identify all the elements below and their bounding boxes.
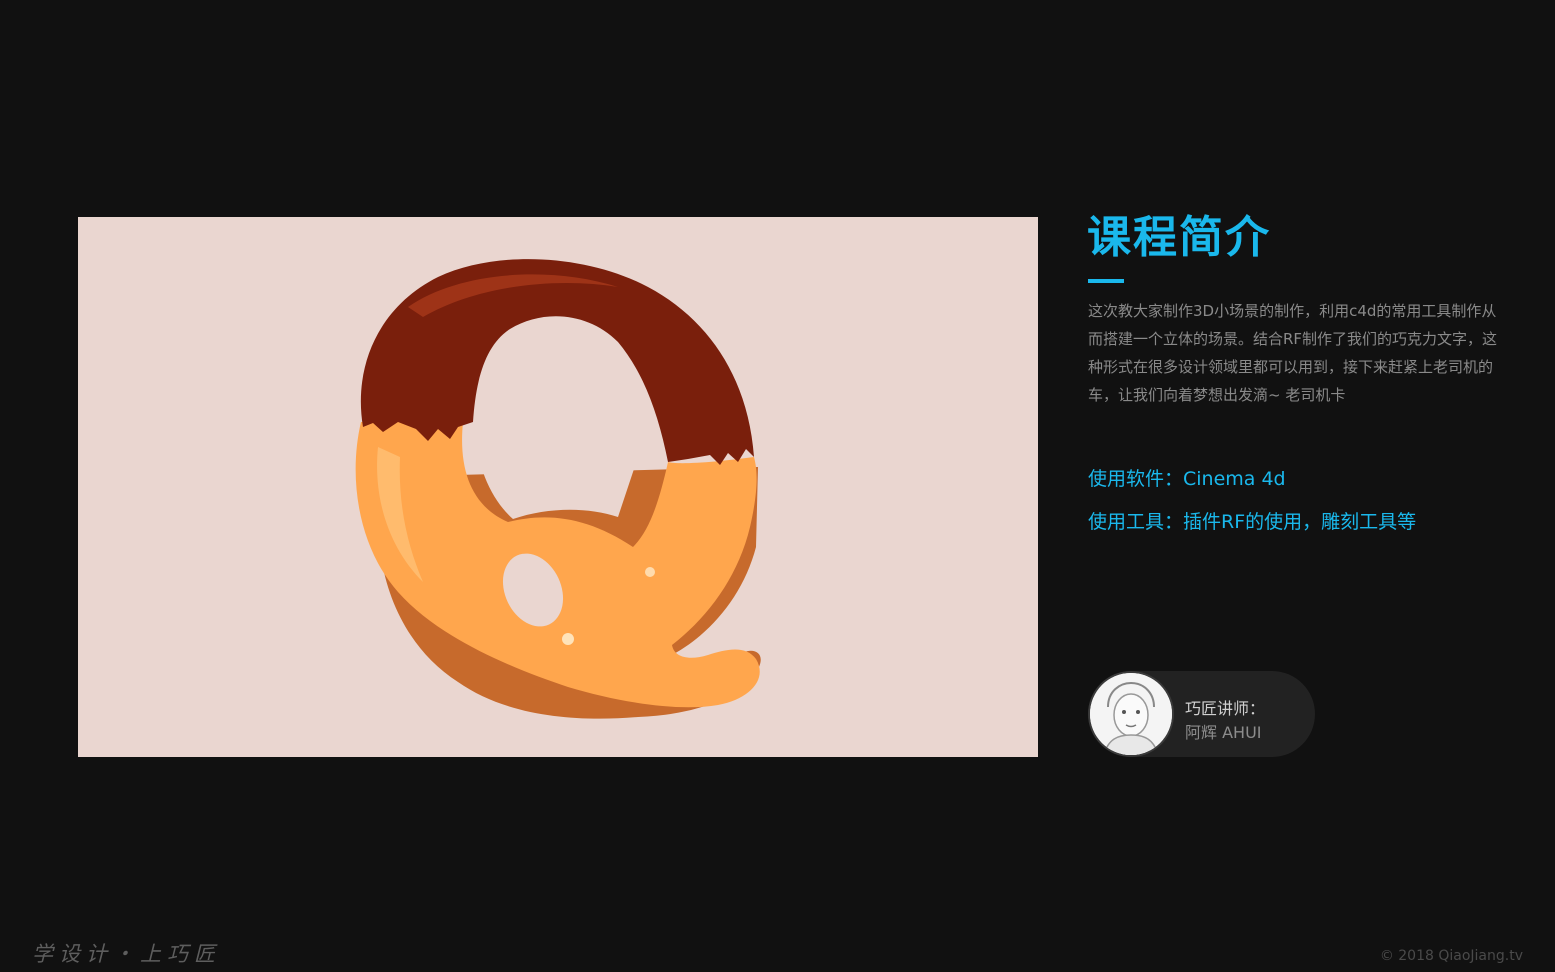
footer-slogan: 学设计・上巧匠 xyxy=(32,942,221,966)
instructor-label: 巧匠讲师： xyxy=(1185,699,1266,718)
instructor-name: 阿辉 AHUI xyxy=(1185,723,1262,742)
chocolate-q-illustration xyxy=(355,259,761,719)
tools-info: 使用工具：插件RF的使用，雕刻工具等 xyxy=(1088,511,1417,533)
course-description: 这次教大家制作3D小场景的制作，利用c4d的常用工具制作从而搭建一个立体的场景。… xyxy=(1088,302,1498,404)
instructor-portrait-icon xyxy=(1090,673,1172,755)
avatar xyxy=(1090,673,1172,755)
instructor-card[interactable]: 巧匠讲师： 阿辉 AHUI xyxy=(1088,671,1315,757)
q-glint xyxy=(562,633,574,645)
software-info: 使用软件：Cinema 4d xyxy=(1088,468,1286,490)
q-glint xyxy=(645,567,655,577)
title-underline xyxy=(1088,279,1124,283)
hero-image xyxy=(78,217,1038,757)
footer-copyright: © 2018 QiaoJiang.tv xyxy=(1379,948,1523,964)
course-intro-title: 课程简介 xyxy=(1087,212,1271,263)
